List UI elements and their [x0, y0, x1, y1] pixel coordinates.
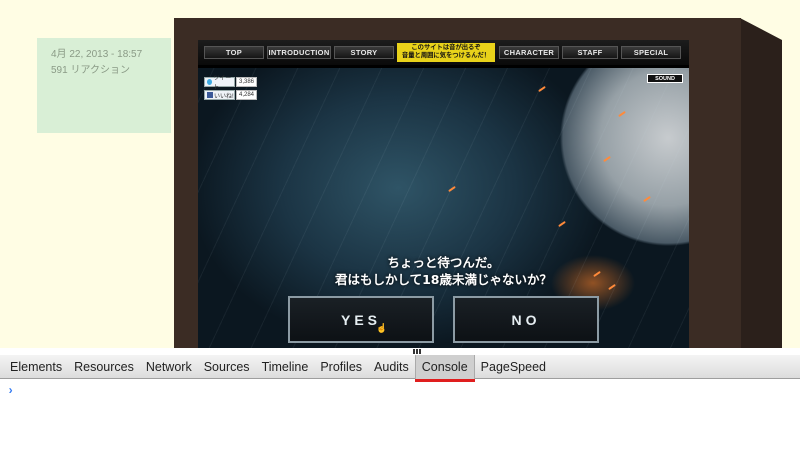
hero-streaks [198, 68, 689, 348]
post-meta: 4月 22, 2013 - 18:57 591 リアクション [37, 38, 171, 133]
hand-cursor-icon: ☝ [376, 323, 392, 333]
social-buttons: ツイート 3,386 いいね! 4,284 [204, 76, 258, 103]
question-line1: ちょっと待つんだ。 [387, 255, 500, 270]
nav-special[interactable]: SPECIAL [621, 46, 681, 59]
tab-audits[interactable]: Audits [368, 355, 415, 379]
facebook-icon [207, 92, 213, 98]
resize-grip-icon[interactable] [413, 349, 421, 354]
tweet-count: 3,386 [236, 77, 258, 87]
devtools-tabbar: Elements Resources Network Sources Timel… [0, 354, 800, 382]
tab-sources[interactable]: Sources [198, 355, 256, 379]
nav-introduction[interactable]: INTRODUCTION [267, 46, 331, 59]
tweet-button[interactable]: ツイート [204, 76, 235, 91]
twitter-icon [207, 79, 213, 85]
post-reactions[interactable]: 591 リアクション [51, 63, 171, 79]
devtools-panel: Elements Resources Network Sources Timel… [0, 348, 800, 470]
tab-elements[interactable]: Elements [4, 355, 68, 379]
tab-resources[interactable]: Resources [68, 355, 140, 379]
sound-notice-line1: このサイトは音が出るぞ [411, 44, 481, 51]
tweet-row: ツイート 3,386 [204, 76, 258, 91]
post-date[interactable]: 4月 22, 2013 - 18:57 [51, 47, 171, 63]
like-row: いいね! 4,284 [204, 90, 258, 100]
browser-page: 4月 22, 2013 - 18:57 591 リアクション TOP INTRO… [0, 0, 800, 348]
site-nav: TOP INTRODUCTION STORY このサイトは音が出るぞ 音量と周囲… [198, 40, 689, 65]
age-question: ちょっと待つんだ。 君はもしかして18歳未満じゃないか？ [198, 254, 689, 288]
embedded-site: TOP INTRODUCTION STORY このサイトは音が出るぞ 音量と周囲… [198, 40, 689, 348]
yes-button[interactable]: YES ☝ [288, 296, 434, 343]
tab-timeline[interactable]: Timeline [256, 355, 315, 379]
nav-character[interactable]: CHARACTER [499, 46, 559, 59]
hero-background [198, 68, 689, 348]
sound-label: SOUND [655, 75, 675, 82]
like-button[interactable]: いいね! [204, 90, 235, 100]
tab-pagespeed[interactable]: PageSpeed [475, 355, 552, 379]
yes-label: YES [340, 311, 381, 328]
tab-profiles[interactable]: Profiles [314, 355, 368, 379]
frame-side [740, 18, 782, 348]
nav-staff[interactable]: STAFF [562, 46, 618, 59]
like-label: いいね! [214, 93, 234, 100]
no-label: NO [511, 311, 541, 328]
console-prompt-icon[interactable]: › [7, 384, 14, 398]
sound-button[interactable]: SOUND [647, 74, 683, 83]
nav-story[interactable]: STORY [334, 46, 394, 59]
sound-notice-line2: 音量と周囲に気をつけるんだ！ [401, 52, 491, 59]
tab-console[interactable]: Console [414, 354, 475, 382]
question-line2: 君はもしかして18歳未満じゃないか？ [334, 272, 553, 287]
no-button[interactable]: NO [453, 296, 599, 343]
like-count: 4,284 [236, 90, 258, 100]
tweet-label: ツイート [213, 76, 232, 91]
nav-top[interactable]: TOP [204, 46, 264, 59]
tab-network[interactable]: Network [140, 355, 198, 379]
sound-notice: このサイトは音が出るぞ 音量と周囲に気をつけるんだ！ [397, 43, 495, 62]
